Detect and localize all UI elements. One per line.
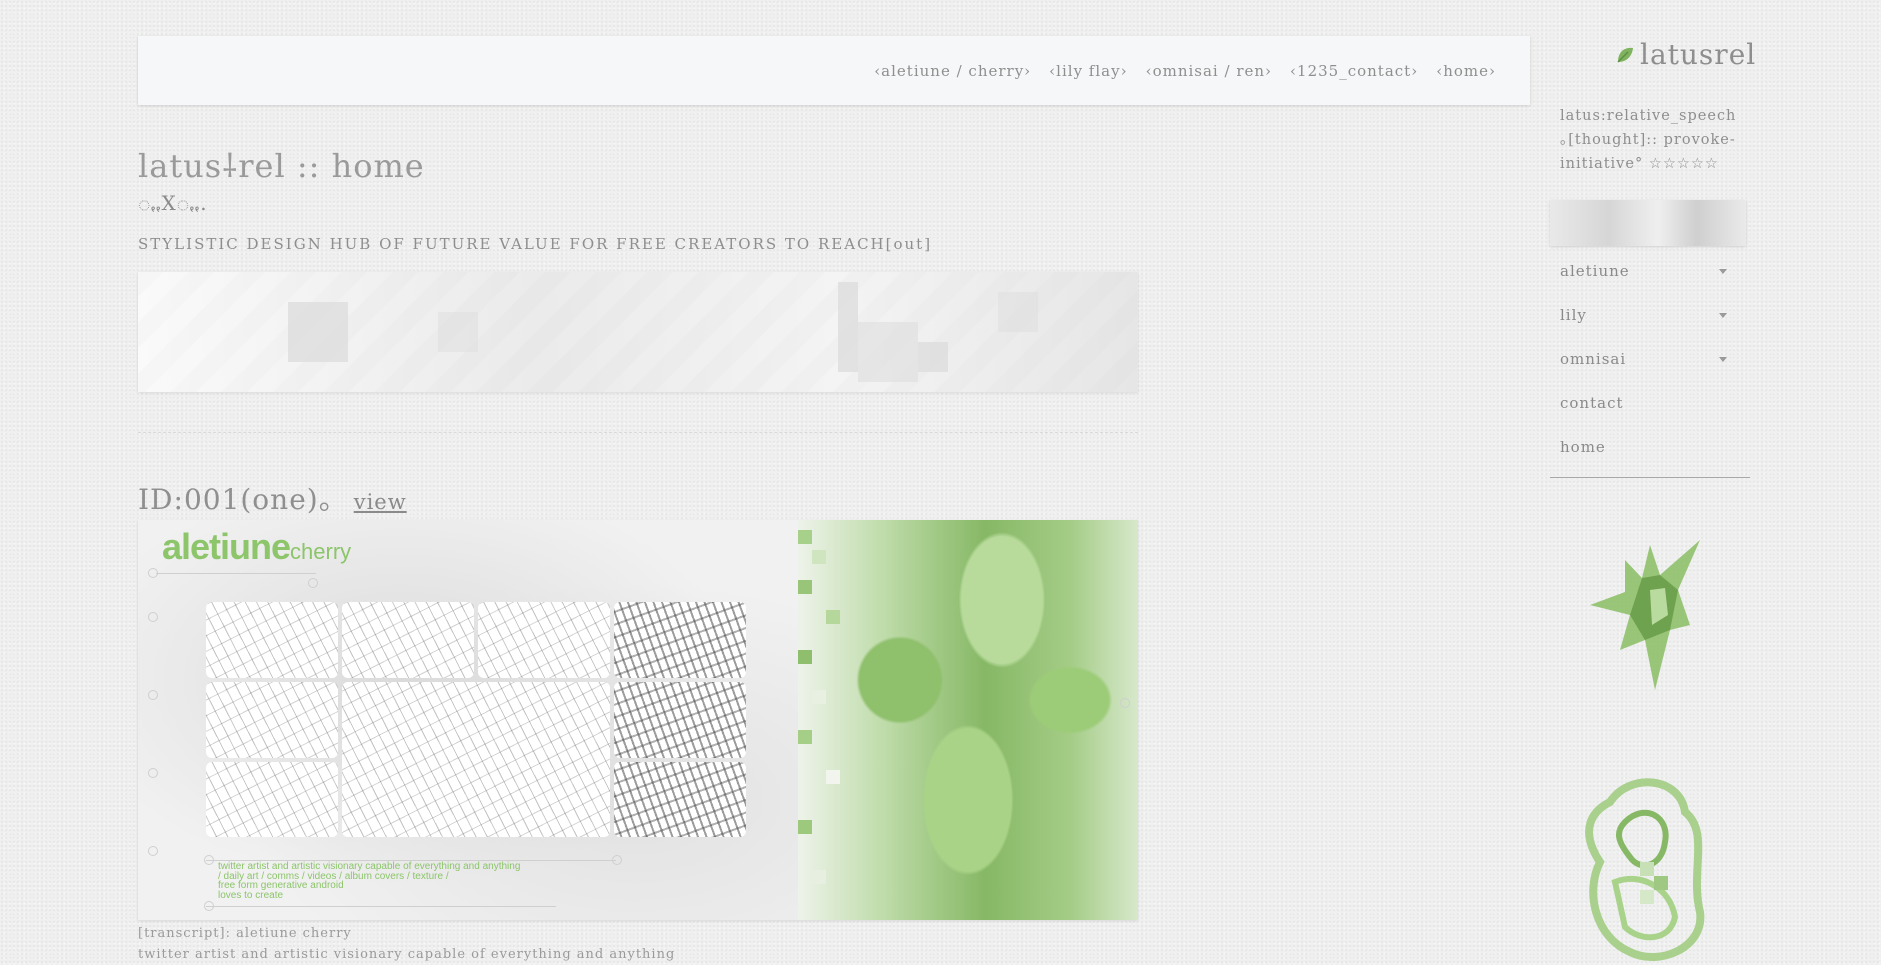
section-divider	[138, 432, 1138, 433]
green-liquid-render	[798, 520, 1138, 920]
sidebar-item-contact[interactable]: contact	[1560, 381, 1735, 425]
top-nav: ‹aletiune / cherry› ‹lily flay› ‹omnisai…	[874, 62, 1496, 80]
sidebar-item-label: aletiune	[1560, 262, 1630, 280]
page-subtitle: ꩻꩻXꩻꩻ.	[138, 191, 208, 215]
artwork-tile	[342, 682, 610, 837]
sidebar-item-home[interactable]: home	[1560, 425, 1735, 469]
artwork-tile	[206, 762, 338, 837]
header-banner-image	[138, 272, 1138, 392]
nav-link-omnisai-ren[interactable]: ‹omnisai / ren›	[1146, 62, 1272, 80]
view-link[interactable]: view	[354, 490, 407, 514]
feature-collage: aletiunecherry twitter artist and artist…	[138, 520, 798, 920]
nav-link-contact[interactable]: ‹1235_contact›	[1290, 62, 1418, 80]
transcript-line: [transcript]: aletiune cherry	[138, 926, 352, 941]
nav-link-home[interactable]: ‹home›	[1436, 62, 1496, 80]
artwork-tile	[206, 682, 338, 758]
artwork-grid	[206, 602, 746, 837]
sidebar-item-lily[interactable]: lily	[1560, 293, 1735, 337]
site-logo[interactable]: latusrel	[1614, 38, 1756, 71]
caret-down-icon	[1719, 268, 1727, 274]
sidebar-description: latus:relative_speech ｡[thought]:: provo…	[1560, 108, 1737, 172]
caption-line: loves to create	[218, 889, 284, 901]
brand-sub-text: cherry	[290, 539, 352, 564]
feature-caption: twitter artist and artistic visionary ca…	[218, 862, 520, 900]
artwork-tile	[614, 602, 746, 678]
top-nav-bar: ‹aletiune / cherry› ‹lily flay› ‹omnisai…	[138, 36, 1530, 105]
artwork-tile	[614, 682, 746, 758]
caret-down-icon	[1719, 312, 1727, 318]
page-tagline: STYLISTIC DESIGN HUB OF FUTURE VALUE FOR…	[138, 235, 933, 253]
sidebar-divider	[1550, 477, 1750, 478]
sidebar-item-label: contact	[1560, 394, 1624, 412]
leaf-icon	[1617, 47, 1633, 62]
logo-text: latusrel	[1640, 38, 1757, 71]
artwork-tile	[478, 602, 610, 678]
feature-heading: ID:001(one)。 view	[138, 478, 407, 518]
sidebar-item-omnisai[interactable]: omnisai	[1560, 337, 1735, 381]
page-title: latus⸸rel :: home	[138, 147, 425, 185]
green-liquid-art	[1585, 778, 1705, 961]
nav-link-aletiune-cherry[interactable]: ‹aletiune / cherry›	[874, 62, 1031, 80]
feature-image-aletiune[interactable]: aletiunecherry twitter artist and artist…	[138, 520, 1138, 920]
green-crystal-art	[1590, 540, 1700, 690]
caret-down-icon	[1719, 356, 1727, 362]
feature-transcript: [transcript]: aletiune cherry twitter ar…	[138, 923, 675, 965]
brand-main-text: aletiune	[162, 526, 291, 567]
artwork-tile	[342, 602, 474, 678]
sidebar-thumbnail	[1550, 200, 1746, 246]
sidebar-item-label: home	[1560, 438, 1606, 456]
sidebar-menu: aletiune lily omnisai contact home	[1560, 249, 1735, 469]
sidebar-item-label: omnisai	[1560, 350, 1627, 368]
artwork-tile	[614, 762, 746, 837]
sidebar-item-label: lily	[1560, 306, 1587, 324]
feature-id-label: ID:001(one)。	[138, 483, 348, 516]
sidebar-item-aletiune[interactable]: aletiune	[1560, 249, 1735, 293]
nav-link-lily-flay[interactable]: ‹lily flay›	[1049, 62, 1127, 80]
artwork-tile	[206, 602, 338, 678]
feature-brand: aletiunecherry	[162, 526, 351, 568]
